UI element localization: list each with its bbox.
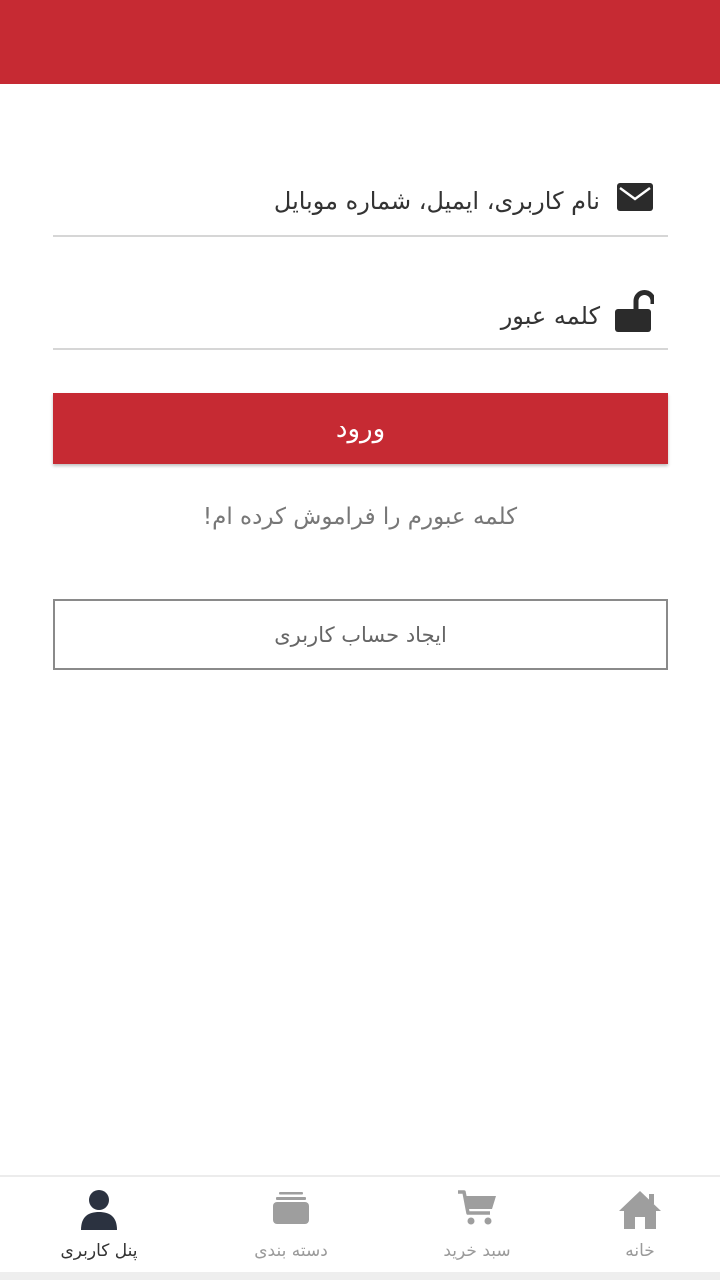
unlock-icon — [614, 290, 656, 336]
forgot-password-link[interactable]: کلمه عبورم را فراموش کرده ام! — [0, 504, 720, 530]
username-placeholder: نام کاربری، ایمیل، شماره موبایل — [273, 187, 600, 215]
nav-label-categories: دسته بندی — [254, 1241, 328, 1261]
app-bar — [0, 0, 720, 84]
login-button[interactable]: ورود — [53, 393, 668, 464]
nav-label-profile: پنل کاربری — [60, 1241, 138, 1261]
nav-item-categories[interactable]: دسته بندی — [201, 1177, 381, 1274]
bottom-nav: خانه سبد خرید دسته بندی پنل کاربری — [0, 1175, 720, 1274]
nav-item-profile[interactable]: پنل کاربری — [9, 1177, 189, 1274]
home-icon — [618, 1189, 662, 1235]
create-account-button[interactable]: ایجاد حساب کاربری — [53, 599, 668, 670]
layers-icon — [271, 1189, 311, 1231]
username-field[interactable]: نام کاربری، ایمیل، شماره موبایل — [53, 165, 668, 237]
password-field[interactable]: کلمه عبور — [53, 278, 668, 350]
user-icon — [79, 1189, 119, 1235]
cart-icon — [457, 1189, 497, 1231]
nav-item-cart[interactable]: سبد خرید — [387, 1177, 567, 1274]
bottom-strip — [0, 1272, 720, 1280]
nav-item-home[interactable]: خانه — [550, 1177, 720, 1274]
envelope-icon — [616, 182, 654, 216]
nav-label-home: خانه — [625, 1241, 655, 1261]
nav-label-cart: سبد خرید — [443, 1241, 511, 1261]
password-placeholder: کلمه عبور — [500, 302, 600, 330]
